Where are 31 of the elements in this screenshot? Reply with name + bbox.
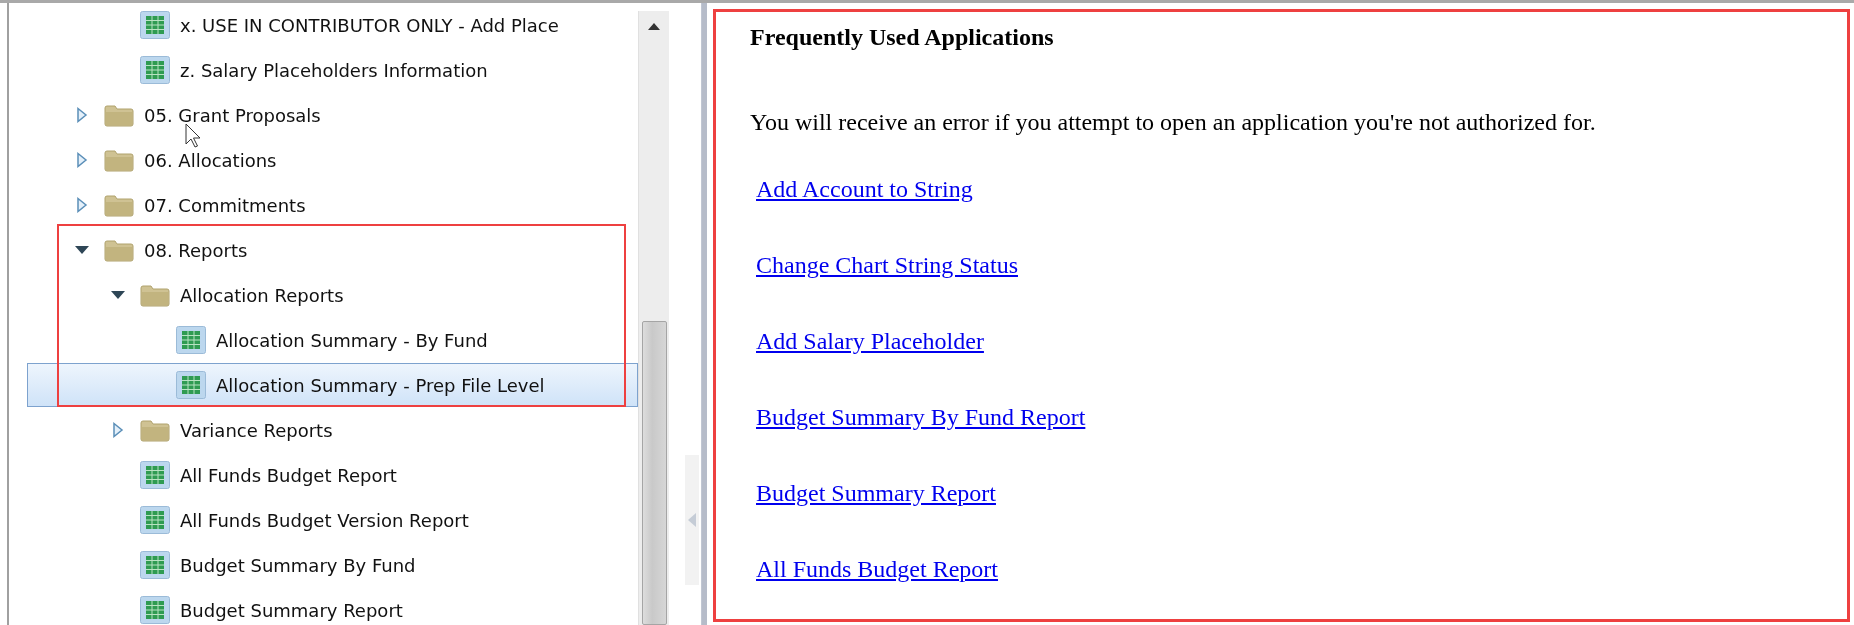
tree-item[interactable]: z. Salary Placeholders Information: [27, 48, 638, 92]
tree-item[interactable]: 07. Commitments: [27, 183, 638, 227]
tree-item[interactable]: All Funds Budget Report: [27, 453, 638, 497]
expand-arrow-icon[interactable]: [110, 422, 126, 438]
tree-item[interactable]: 05. Grant Proposals: [27, 93, 638, 137]
tree-item[interactable]: 08. Reports: [27, 228, 638, 272]
notice-text: You will receive an error if you attempt to open an application you're not authorized for.: [750, 109, 1597, 136]
tree-item[interactable]: Budget Summary Report: [27, 588, 638, 625]
panel-title: Frequently Used Applications: [750, 24, 1055, 51]
splitter-handle[interactable]: [685, 455, 699, 585]
expand-arrow-icon[interactable]: [74, 107, 90, 123]
tree-item[interactable]: Allocation Summary - Prep File Level: [27, 363, 638, 407]
cursor-icon: [185, 123, 201, 149]
tree-item[interactable]: 06. Allocations: [27, 138, 638, 182]
scroll-up-icon[interactable]: [648, 22, 660, 30]
scroll-thumb[interactable]: [642, 321, 667, 625]
application-link[interactable]: Add Salary Placeholder: [756, 322, 984, 361]
tree-item[interactable]: Allocation Summary - By Fund: [27, 318, 638, 362]
application-link[interactable]: All Funds Budget Report: [756, 550, 998, 589]
scrollbar[interactable]: [638, 11, 669, 625]
application-link[interactable]: Budget Summary By Fund Report: [756, 398, 1086, 437]
application-link[interactable]: Add Account to String: [756, 170, 973, 209]
tree-item[interactable]: x. USE IN CONTRIBUTOR ONLY - Add Place: [27, 3, 638, 47]
application-link[interactable]: Change Chart String Status: [756, 246, 1018, 285]
tree-item[interactable]: Variance Reports: [27, 408, 638, 452]
expand-arrow-icon[interactable]: [74, 197, 90, 213]
tree-item[interactable]: All Funds Budget Version Report: [27, 498, 638, 542]
application-link[interactable]: Budget Summary Report: [756, 474, 996, 513]
expand-arrow-icon[interactable]: [74, 152, 90, 168]
tree-item[interactable]: Allocation Reports: [27, 273, 638, 317]
tree-item[interactable]: Budget Summary By Fund: [27, 543, 638, 587]
